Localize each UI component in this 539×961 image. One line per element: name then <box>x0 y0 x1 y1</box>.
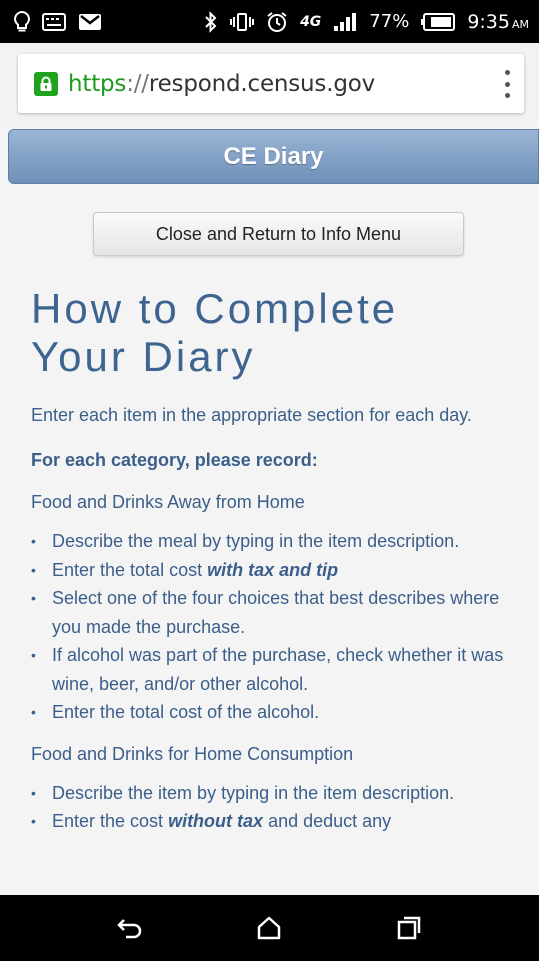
url-bar[interactable]: https://respond.census.gov <box>18 54 524 113</box>
battery-percent: 77% <box>369 11 410 32</box>
list-item-emphasis: without tax <box>168 811 264 831</box>
section-away-from-home-title: Food and Drinks Away from Home <box>31 492 305 512</box>
list-item-suffix: and deduct any <box>263 811 392 831</box>
url-host: respond.census.gov <box>148 70 376 97</box>
lightbulb-icon <box>14 10 30 33</box>
page-header: CE Diary <box>8 129 539 184</box>
navigation-bar <box>0 895 539 961</box>
status-left-icons <box>14 10 102 33</box>
url-scheme: https <box>68 70 127 97</box>
lte-icon: 4G <box>300 14 321 30</box>
list-item-text: Enter the cost <box>52 811 169 831</box>
clock-ampm: AM <box>511 17 529 31</box>
instructions-content: How to Complete Your Diary Enter each it… <box>31 285 531 850</box>
alarm-icon <box>266 11 288 33</box>
browser-toolbar: https://respond.census.gov <box>0 43 539 125</box>
signal-icon <box>333 12 357 32</box>
list-item: Describe the meal by typing in the item … <box>31 527 531 556</box>
page-title-line2: Your Diary <box>31 333 256 380</box>
list-item: Enter the total cost of the alcohol. <box>31 698 531 727</box>
list-item: Describe the item by typing in the item … <box>31 779 531 808</box>
close-return-button[interactable]: Close and Return to Info Menu <box>93 212 464 256</box>
page-title: How to Complete Your Diary <box>31 285 531 381</box>
web-page: CE Diary Close and Return to Info Menu H… <box>0 125 539 895</box>
list-item-text: Enter the total cost <box>52 559 208 580</box>
page-header-title: CE Diary <box>223 142 324 170</box>
status-bar: 4G 77% 9:35 AM <box>0 0 539 43</box>
vibrate-icon <box>230 12 255 32</box>
home-icon[interactable] <box>249 908 289 948</box>
url-separator: :// <box>126 70 149 97</box>
page-title-line1: How to Complete <box>31 285 399 332</box>
intro-text: Enter each item in the appropriate secti… <box>31 405 472 425</box>
section-home-consumption-list: Describe the item by typing in the item … <box>31 779 531 836</box>
category-subheading: For each category, please record: <box>31 450 318 470</box>
gmail-icon <box>78 13 102 31</box>
bluetooth-icon <box>204 10 218 33</box>
back-icon[interactable] <box>110 908 150 948</box>
section-home-consumption-title: Food and Drinks for Home Consumption <box>31 743 354 764</box>
list-item: Enter the total cost with tax and tip <box>31 556 531 585</box>
network-label: 4G <box>300 13 322 30</box>
lock-icon[interactable] <box>34 71 58 96</box>
clock: 9:35 AM <box>467 11 529 33</box>
url-text[interactable]: https://respond.census.gov <box>68 71 375 97</box>
list-item-emphasis: with tax and tip <box>207 559 339 580</box>
list-item: If alcohol was part of the purchase, che… <box>31 641 531 698</box>
battery-icon <box>421 12 456 31</box>
section-away-from-home-list: Describe the meal by typing in the item … <box>31 527 531 727</box>
list-item: Select one of the four choices that best… <box>31 584 531 641</box>
clock-time: 9:35 <box>467 10 510 33</box>
keyboard-icon <box>42 12 66 31</box>
list-item: Enter the cost without tax and deduct an… <box>31 807 531 836</box>
status-right-icons: 4G 77% 9:35 AM <box>204 11 529 33</box>
overflow-menu-icon[interactable] <box>502 70 512 98</box>
recent-apps-icon[interactable] <box>389 908 429 948</box>
